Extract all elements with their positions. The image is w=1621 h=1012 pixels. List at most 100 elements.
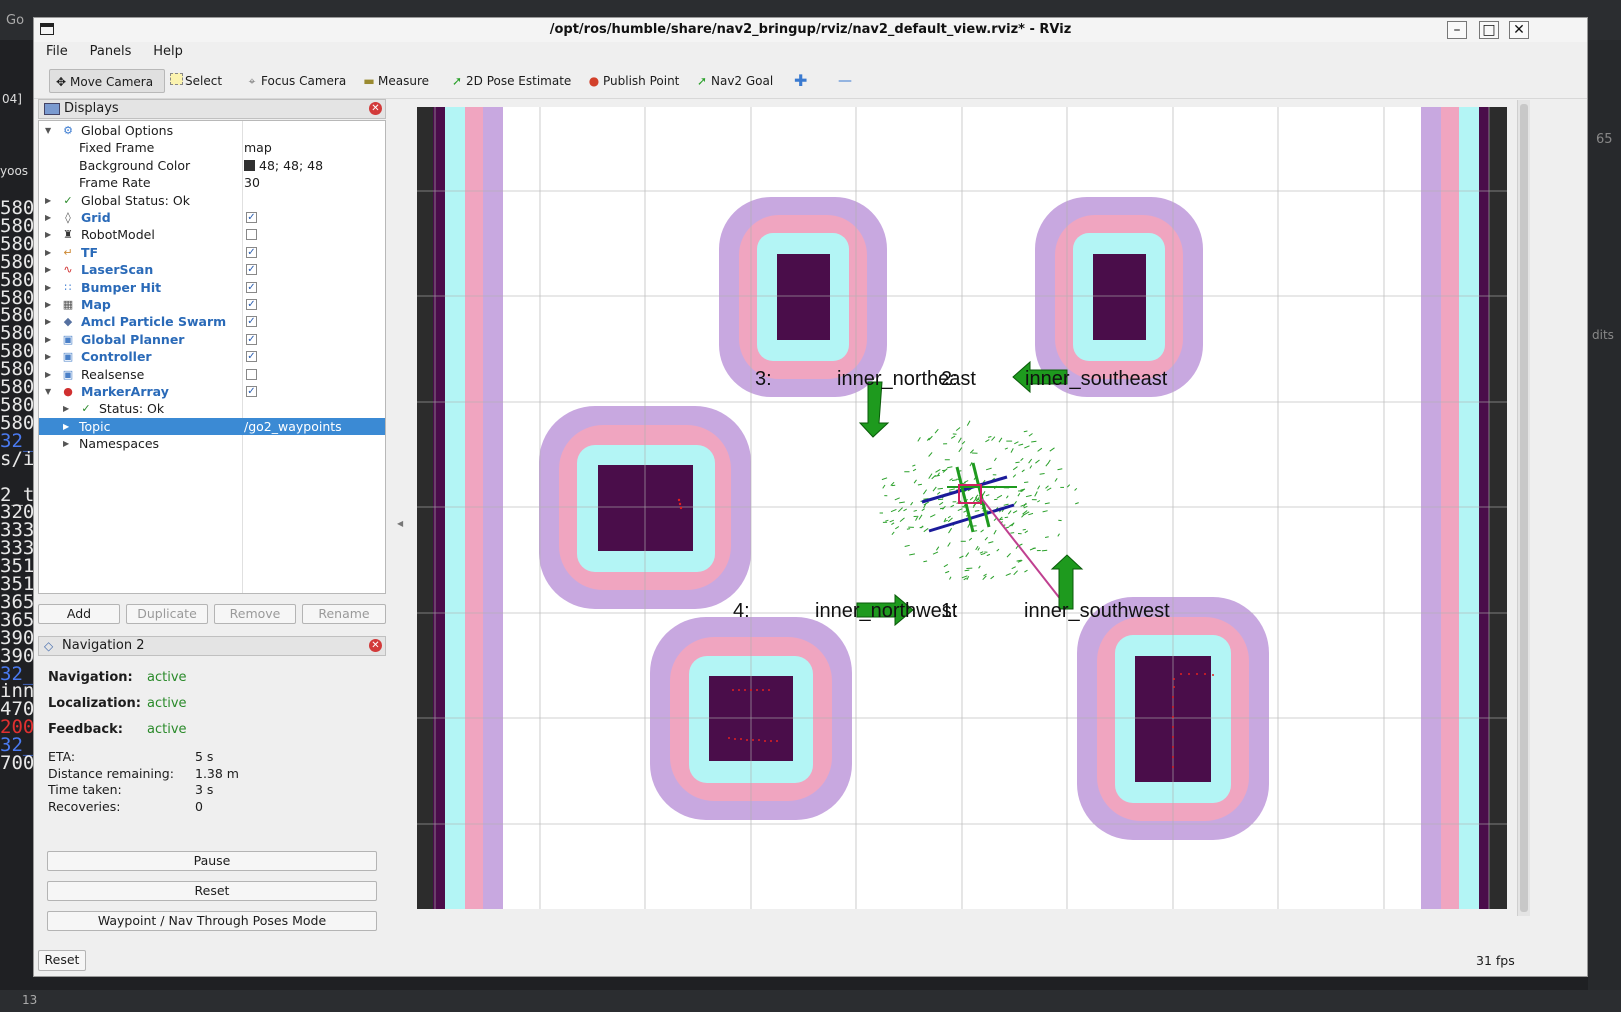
expand-arrow-icon[interactable]: ▶ [45, 192, 55, 209]
expand-arrow-icon[interactable]: ▶ [45, 348, 55, 365]
collapse-arrow-icon[interactable]: ▼ [45, 122, 55, 139]
tree-row-amcl[interactable]: ▶ ◆ Amcl Particle Swarm ✓ [39, 313, 385, 330]
navigation-status: active [147, 670, 187, 685]
tree-row-namespaces[interactable]: ▶ Namespaces [39, 435, 385, 452]
realsense-checkbox[interactable] [246, 368, 257, 380]
view-reset-button[interactable]: Reset [38, 950, 86, 971]
render-view[interactable]: 3: inner_northeast 2: inner_southeast 4:… [417, 107, 1507, 909]
close-panel-icon[interactable]: ✕ [369, 102, 382, 115]
tree-row-bumper-hit[interactable]: ▶ ∷ Bumper Hit ✓ [39, 279, 385, 296]
tree-row-fixed-frame[interactable]: Fixed Frame map [39, 139, 385, 156]
scrollbar-thumb[interactable] [1520, 104, 1528, 912]
expand-arrow-icon[interactable]: ▶ [45, 226, 55, 243]
tree-row-frame-rate[interactable]: Frame Rate 30 [39, 174, 385, 191]
focus-camera-tool[interactable]: ⌖ Focus Camera [241, 69, 350, 93]
map-checkbox[interactable]: ✓ [246, 299, 257, 310]
tree-row-realsense[interactable]: ▶ ▣ Realsense [39, 366, 385, 383]
background-right-pane: 65 dits [1588, 40, 1621, 990]
expand-arrow-icon[interactable]: ▶ [45, 366, 55, 383]
titlebar[interactable]: /opt/ros/humble/share/nav2_bringup/rviz/… [34, 18, 1587, 43]
laserscan-checkbox[interactable]: ✓ [246, 264, 257, 276]
publish-point-tool[interactable]: ● Publish Point [583, 69, 683, 93]
global-planner-checkbox[interactable]: ✓ [246, 333, 257, 345]
amcl-particle-swarm [879, 420, 1079, 581]
particle [966, 575, 970, 581]
tree-row-status-ok[interactable]: ▶ ✓ Status: Ok [39, 400, 385, 417]
topic-value[interactable]: /go2_waypoints [244, 418, 342, 435]
feedback-status: active [147, 722, 187, 737]
expand-arrow-icon[interactable]: ▶ [63, 435, 73, 452]
remove-tool-button[interactable]: — [834, 69, 856, 93]
particle [1024, 569, 1028, 573]
particle [1005, 573, 1011, 577]
tree-row-topic[interactable]: ▶ Topic /go2_waypoints [39, 417, 385, 436]
menu-file[interactable]: File [40, 42, 74, 61]
remove-display-button[interactable]: Remove [214, 604, 296, 624]
gear-icon: ⚙ [63, 124, 73, 137]
tree-row-laserscan[interactable]: ▶ ∿ LaserScan ✓ [39, 261, 385, 278]
nav2-goal-label: Nav2 Goal [711, 74, 774, 88]
robotmodel-checkbox[interactable] [246, 229, 257, 241]
tree-row-global-status[interactable]: ▶ ✓ Global Status: Ok [39, 192, 385, 209]
view-scrollbar[interactable] [1517, 100, 1530, 916]
pause-button[interactable]: Pause [47, 851, 377, 871]
measure-tool[interactable]: ▬ Measure [358, 69, 433, 93]
collapse-arrow-icon[interactable]: ▼ [45, 383, 55, 400]
map-canvas[interactable]: 3: inner_northeast 2: inner_southeast 4:… [417, 107, 1507, 909]
expand-arrow-icon[interactable]: ▶ [45, 331, 55, 348]
duplicate-display-button[interactable]: Duplicate [126, 604, 208, 624]
particle [1023, 430, 1028, 433]
tree-row-controller[interactable]: ▶ ▣ Controller ✓ [39, 348, 385, 365]
particle [1041, 549, 1048, 552]
particle [932, 551, 939, 555]
menu-help[interactable]: Help [147, 42, 189, 61]
expand-arrow-icon[interactable]: ▶ [45, 244, 55, 261]
expand-arrow-icon[interactable]: ▶ [45, 261, 55, 278]
expand-arrow-icon[interactable]: ▶ [45, 209, 55, 226]
tree-row-map[interactable]: ▶ ▦ Map ✓ [39, 296, 385, 313]
tree-row-grid[interactable]: ▶ ◊ Grid ✓ [39, 209, 385, 226]
tf-checkbox[interactable]: ✓ [246, 246, 257, 258]
nav2-goal-tool[interactable]: ➚ Nav2 Goal [691, 69, 777, 93]
background-color-value[interactable]: 48; 48; 48 [244, 157, 323, 174]
expand-arrow-icon[interactable]: ▶ [45, 313, 55, 330]
display-label-map: Map [81, 297, 111, 312]
particle [1037, 500, 1041, 503]
pose-estimate-tool[interactable]: ➚ 2D Pose Estimate [446, 69, 575, 93]
maximize-button[interactable]: □ [1479, 21, 1499, 39]
tree-row-robotmodel[interactable]: ▶ ♜ RobotModel [39, 226, 385, 243]
particle [1024, 530, 1029, 534]
expand-arrow-icon[interactable]: ▶ [63, 400, 73, 417]
tree-row-background-color[interactable]: Background Color 48; 48; 48 [39, 157, 385, 174]
markerarray-checkbox[interactable]: ✓ [246, 386, 257, 397]
tree-row-tf[interactable]: ▶ ↵ TF ✓ [39, 244, 385, 261]
rename-display-button[interactable]: Rename [302, 604, 386, 624]
frame-rate-value[interactable]: 30 [244, 174, 260, 191]
nav-reset-button[interactable]: Reset [47, 881, 377, 901]
tree-row-markerarray[interactable]: ▼ ● MarkerArray ✓ [39, 383, 385, 400]
expand-arrow-icon[interactable]: ▶ [45, 279, 55, 296]
select-tool[interactable]: Select [166, 69, 226, 93]
menu-panels[interactable]: Panels [84, 42, 138, 61]
bumper-hit-checkbox[interactable]: ✓ [246, 281, 257, 293]
expand-arrow-icon[interactable]: ▶ [63, 418, 73, 435]
close-panel-icon[interactable]: ✕ [369, 639, 382, 652]
amcl-checkbox[interactable]: ✓ [246, 316, 257, 328]
particle [988, 541, 994, 544]
particle [1025, 494, 1032, 498]
add-tool-button[interactable]: ✚ [790, 69, 811, 93]
close-button[interactable]: ✕ [1509, 21, 1529, 39]
move-camera-tool[interactable]: ✥ Move Camera [49, 69, 165, 93]
fixed-frame-value[interactable]: map [244, 139, 272, 156]
left-splitter-handle[interactable]: ◀ [397, 519, 403, 528]
waypoint-mode-button[interactable]: Waypoint / Nav Through Poses Mode [47, 911, 377, 931]
tree-row-global-planner[interactable]: ▶ ▣ Global Planner ✓ [39, 331, 385, 348]
tree-row-global-options[interactable]: ▼ ⚙ Global Options [39, 122, 385, 139]
expand-arrow-icon[interactable]: ▶ [45, 296, 55, 313]
controller-checkbox[interactable]: ✓ [246, 351, 257, 363]
add-display-button[interactable]: Add [38, 604, 120, 624]
particle [1010, 448, 1014, 453]
minimize-button[interactable]: – [1447, 21, 1467, 39]
nav2-panel: Navigation: active Localization: active … [38, 658, 386, 916]
grid-checkbox[interactable]: ✓ [246, 212, 257, 223]
